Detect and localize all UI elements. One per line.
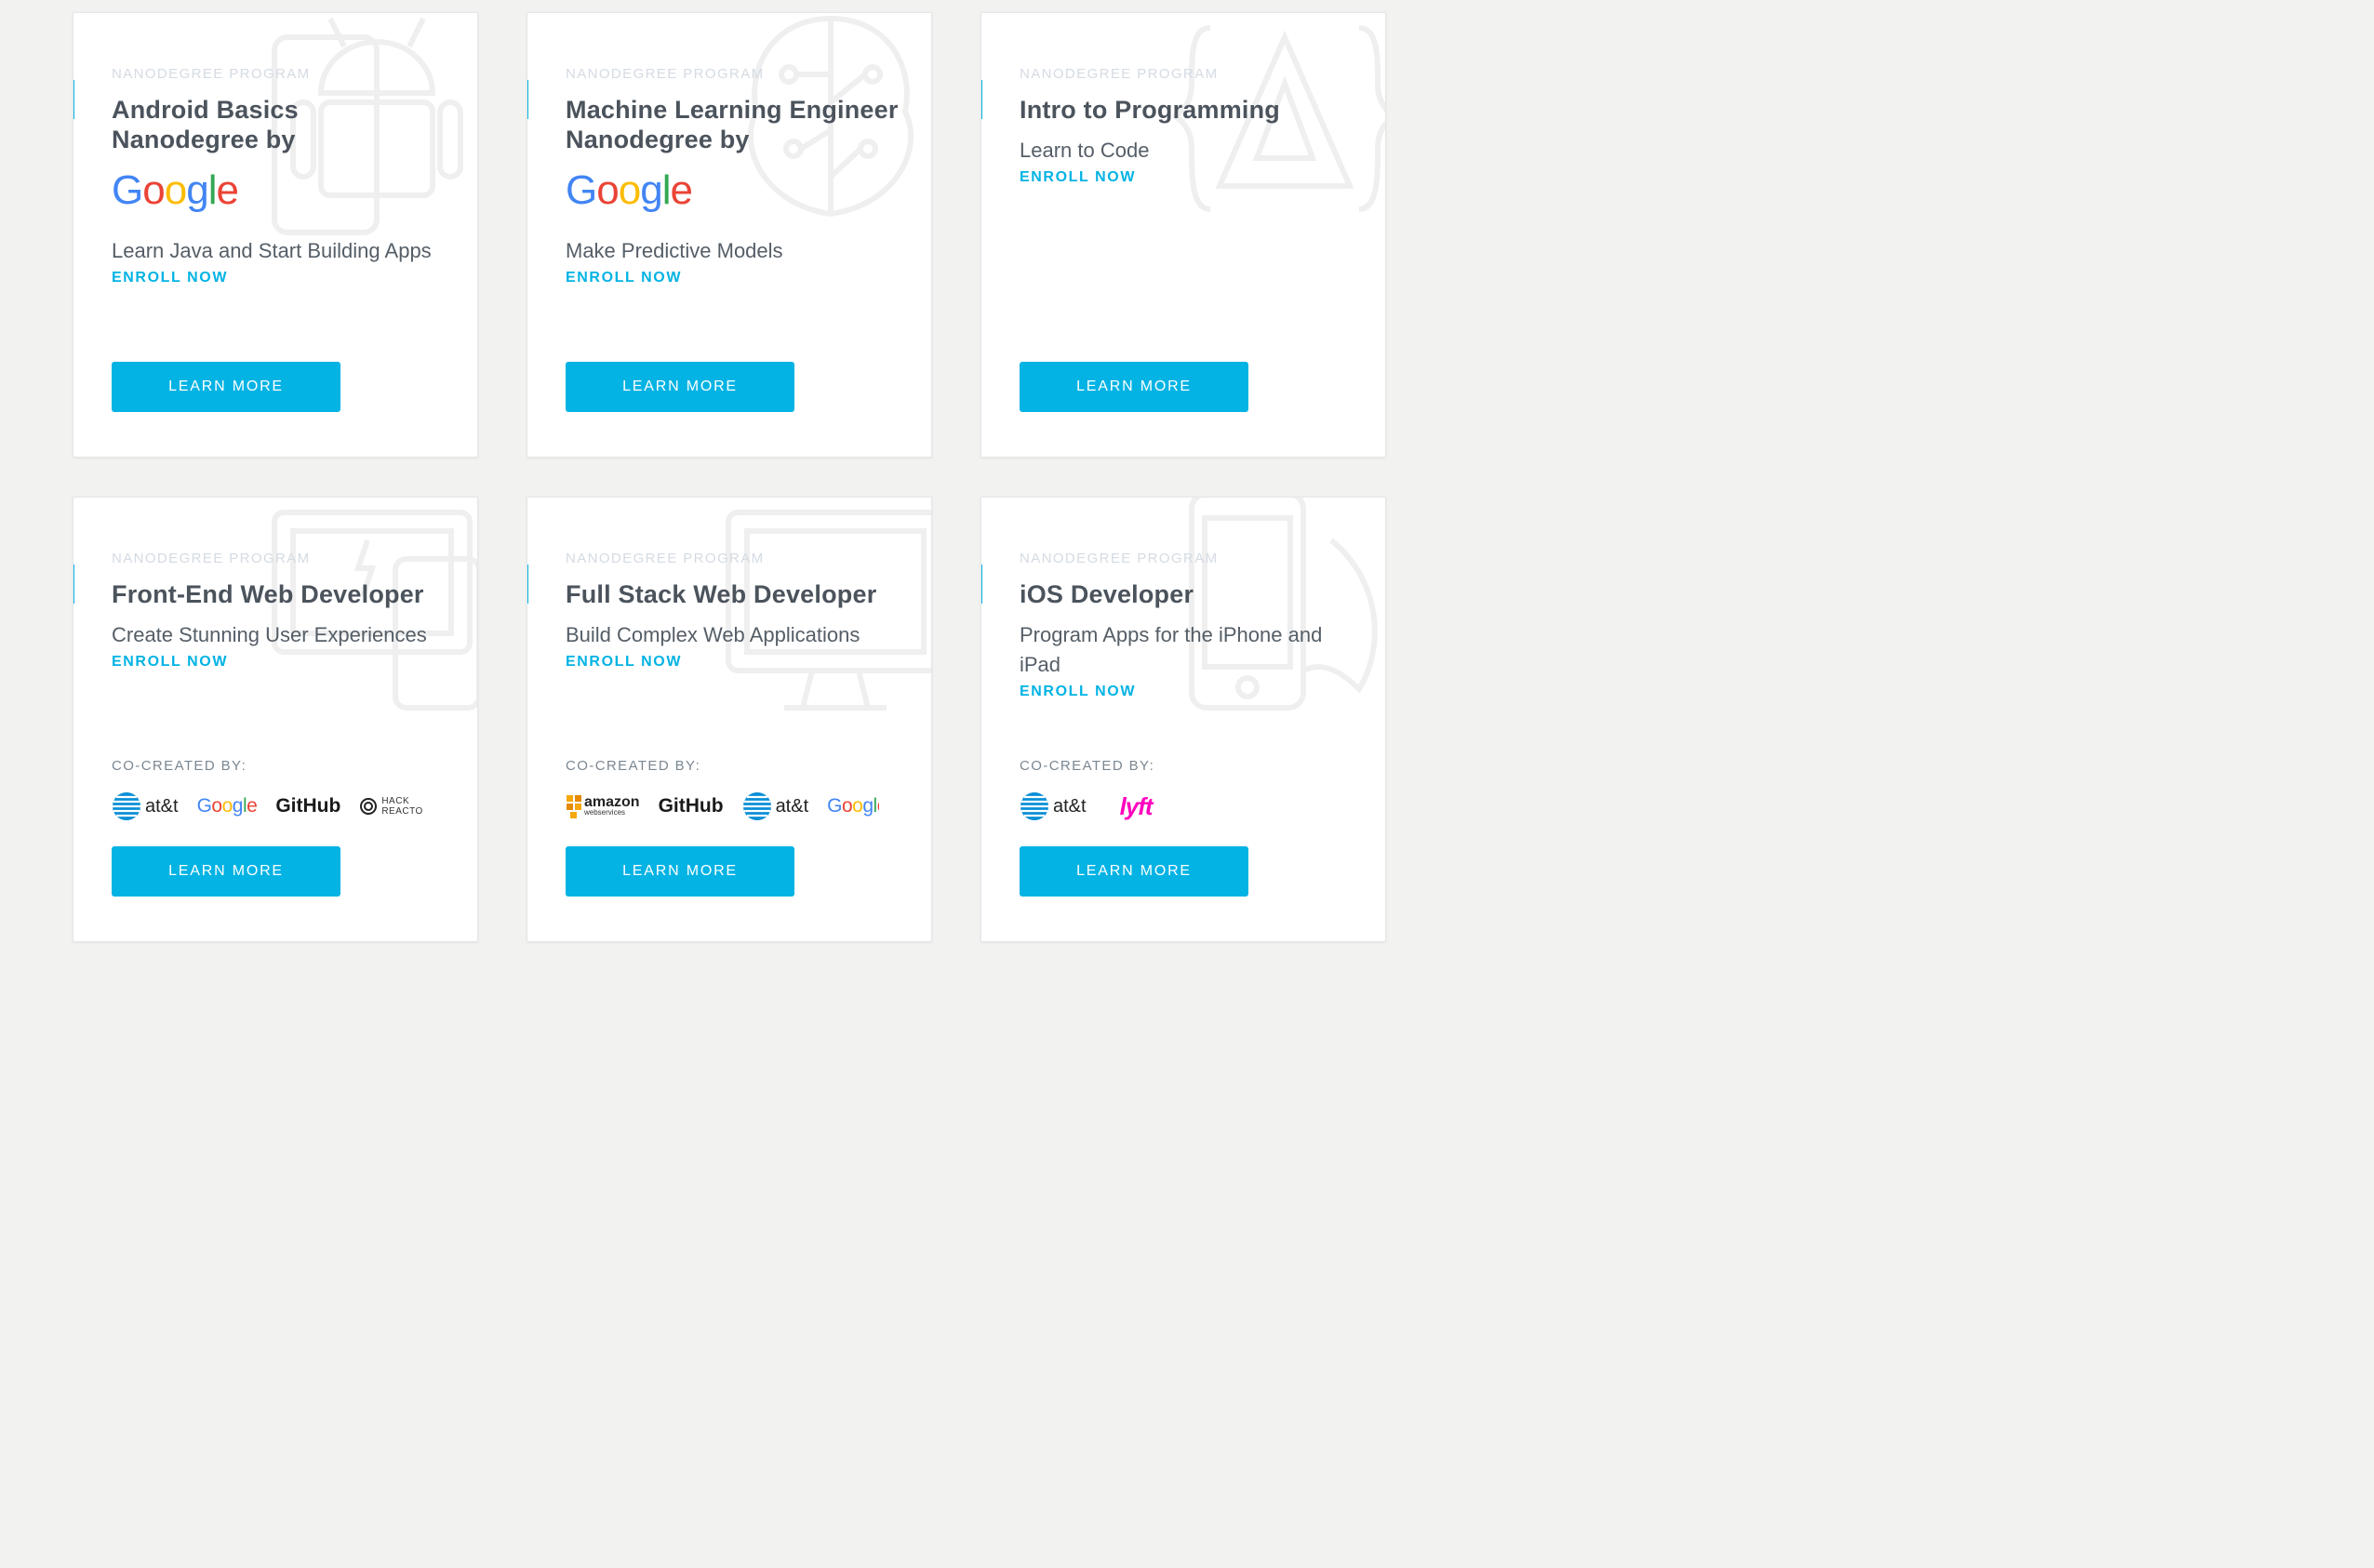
program-card-ios[interactable]: NANODEGREE PROGRAM iOS Developer Program…: [980, 497, 1386, 942]
program-subtitle: Create Stunning User Experiences: [112, 623, 427, 646]
att-logo: at&t: [742, 791, 808, 821]
program-title: iOS Developer: [1020, 580, 1194, 608]
accent-bar: [73, 80, 74, 119]
program-subtitle: Program Apps for the iPhone and iPad: [1020, 623, 1323, 676]
co-created-label: CO-CREATED BY:: [1020, 758, 1155, 774]
program-subtitle: Learn to Code: [1020, 139, 1150, 162]
att-logo: at&t: [112, 791, 179, 821]
hack-reactor-icon: [360, 798, 378, 815]
program-title: Machine Learning Engineer Nanodegree by: [566, 96, 899, 153]
aws-cubes-icon: [567, 795, 581, 818]
hack-reactor-logo: HACK REACTO: [359, 796, 423, 817]
enroll-now-link[interactable]: ENROLL NOW: [112, 270, 228, 286]
accent-bar: [73, 565, 74, 604]
learn-more-button[interactable]: LEARN MORE: [1020, 846, 1248, 897]
program-card-machine-learning[interactable]: NANODEGREE PROGRAM Machine Learning Engi…: [527, 12, 932, 458]
aws-logo: amazon webservices: [566, 793, 640, 819]
co-created-label: CO-CREATED BY:: [112, 758, 247, 774]
github-logo: GitHub: [658, 795, 724, 817]
learn-more-button[interactable]: LEARN MORE: [1020, 362, 1248, 412]
att-logo: at&t: [1020, 791, 1087, 821]
google-logo: Google: [827, 795, 879, 817]
partner-logos: at&t lyft: [1020, 788, 1333, 825]
accent-bar: [981, 80, 982, 119]
google-logo: Google: [112, 167, 239, 213]
enroll-now-link[interactable]: ENROLL NOW: [566, 654, 682, 671]
program-card-front-end[interactable]: NANODEGREE PROGRAM Front-End Web Develop…: [73, 497, 478, 942]
github-logo: GitHub: [275, 795, 341, 817]
lyft-logo: lyft: [1119, 791, 1154, 820]
accent-bar: [981, 565, 982, 604]
program-title: Intro to Programming: [1020, 96, 1280, 124]
learn-more-button[interactable]: LEARN MORE: [112, 362, 340, 412]
program-card-intro-programming[interactable]: NANODEGREE PROGRAM Intro to Programming …: [980, 12, 1386, 458]
google-logo: Google: [566, 167, 693, 213]
enroll-now-link[interactable]: ENROLL NOW: [1020, 684, 1136, 700]
program-card-full-stack[interactable]: NANODEGREE PROGRAM Full Stack Web Develo…: [527, 497, 932, 942]
program-subtitle: Learn Java and Start Building Apps: [112, 239, 432, 262]
program-title: Full Stack Web Developer: [566, 580, 877, 608]
program-card-android-basics[interactable]: NANODEGREE PROGRAM Android Basics Nanode…: [73, 12, 478, 458]
learn-more-button[interactable]: LEARN MORE: [566, 362, 794, 412]
program-type-label: NANODEGREE PROGRAM: [112, 66, 311, 82]
enroll-now-link[interactable]: ENROLL NOW: [1020, 169, 1136, 186]
program-type-label: NANODEGREE PROGRAM: [1020, 66, 1219, 82]
att-globe-icon: [113, 792, 140, 820]
att-globe-icon: [742, 792, 771, 820]
enroll-now-link[interactable]: ENROLL NOW: [566, 270, 682, 286]
program-catalog: NANODEGREE PROGRAM Android Basics Nanode…: [0, 0, 1459, 963]
accent-bar: [527, 565, 528, 604]
program-subtitle: Build Complex Web Applications: [566, 623, 860, 646]
program-type-label: NANODEGREE PROGRAM: [566, 66, 765, 82]
program-type-label: NANODEGREE PROGRAM: [112, 551, 311, 566]
co-created-label: CO-CREATED BY:: [566, 758, 701, 774]
att-globe-icon: [1020, 792, 1048, 820]
google-logo: Google: [196, 795, 258, 817]
program-subtitle: Make Predictive Models: [566, 239, 783, 262]
accent-bar: [527, 80, 528, 119]
enroll-now-link[interactable]: ENROLL NOW: [112, 654, 228, 671]
learn-more-button[interactable]: LEARN MORE: [566, 846, 794, 897]
program-type-label: NANODEGREE PROGRAM: [566, 551, 765, 566]
partner-logos: at&t Google GitHub HACK REACTO: [112, 788, 425, 825]
learn-more-button[interactable]: LEARN MORE: [112, 846, 340, 897]
program-title: Front-End Web Developer: [112, 580, 424, 608]
partner-logos: amazon webservices GitHub at&t Google: [566, 788, 879, 825]
program-type-label: NANODEGREE PROGRAM: [1020, 551, 1219, 566]
program-title: Android Basics Nanodegree by: [112, 96, 299, 153]
